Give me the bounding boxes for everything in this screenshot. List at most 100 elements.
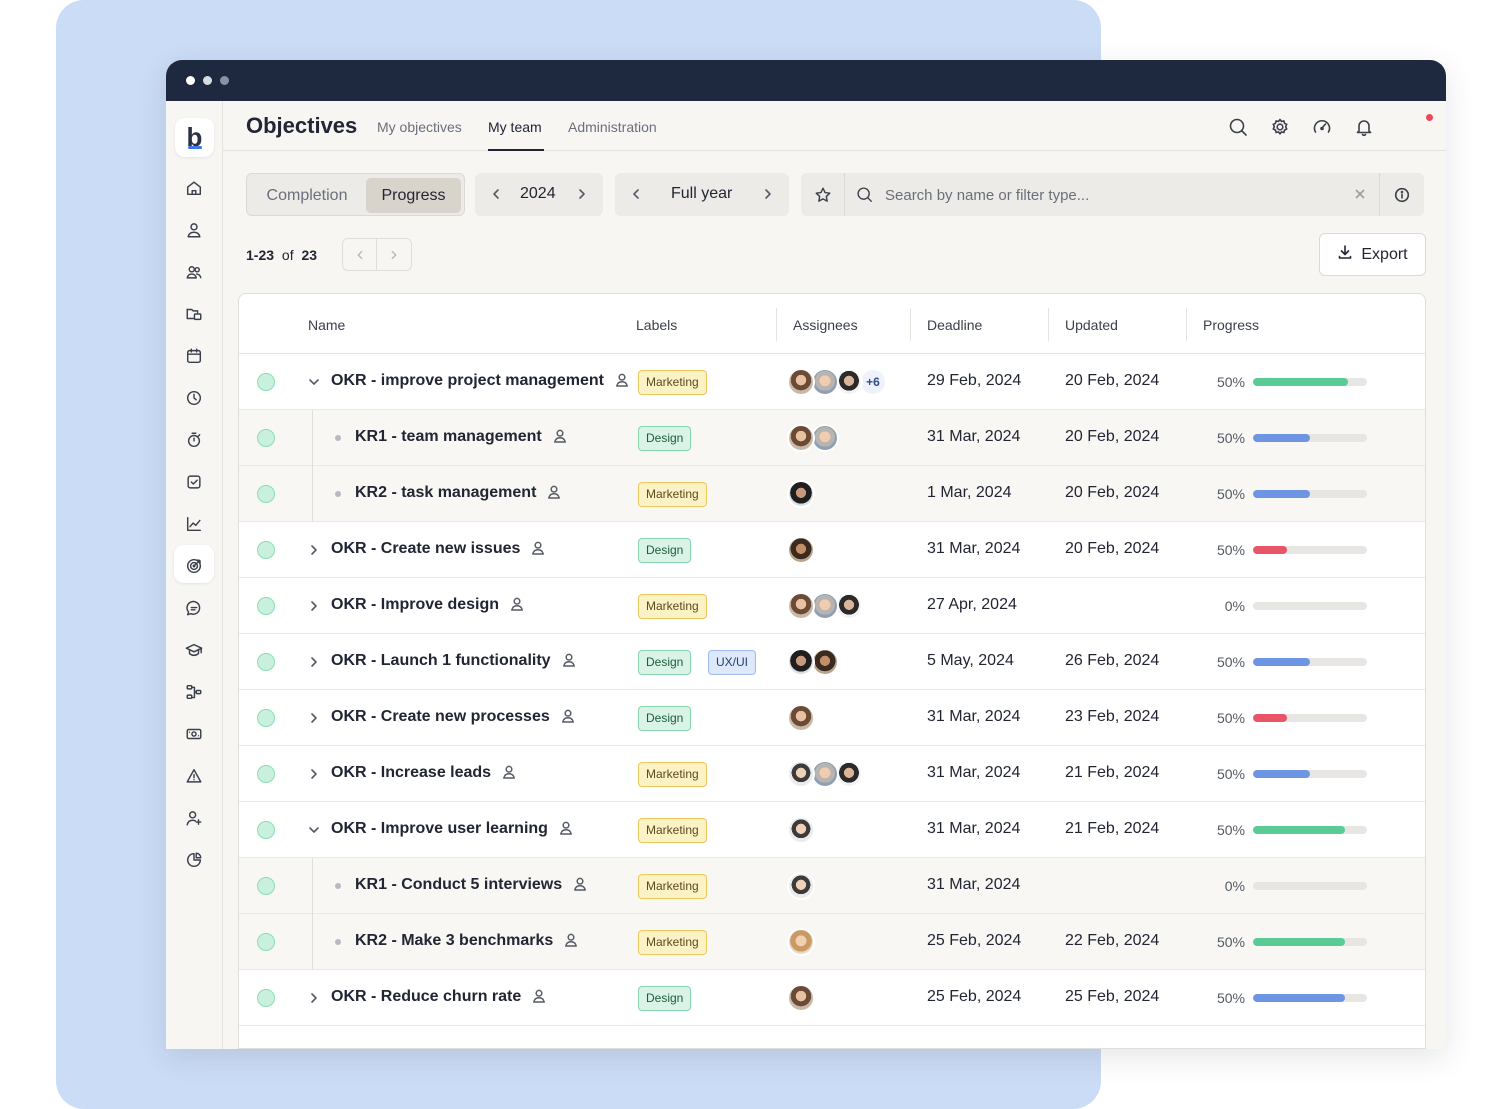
table-row[interactable]: OKR - Launch 1 functionality Design UX/UI 5… [239,634,1425,690]
owner-icon[interactable] [614,372,630,393]
label-badge[interactable]: Marketing [638,818,707,843]
window-dot-3[interactable] [220,76,229,85]
cash-icon[interactable] [184,724,204,744]
objective-name[interactable]: OKR - Reduce churn rate [331,988,547,1009]
clock-icon[interactable] [184,388,204,408]
avatar[interactable] [811,592,839,620]
objective-name[interactable]: OKR - Improve design [331,596,525,617]
avatar[interactable] [787,480,815,508]
chevron-right-icon[interactable] [307,599,321,613]
info-icon[interactable] [1379,173,1424,216]
status-indicator[interactable] [257,653,275,671]
team-icon[interactable] [184,262,204,282]
star-icon[interactable] [801,173,845,216]
avatar[interactable] [835,760,863,788]
pie-chart-icon[interactable] [184,850,204,870]
owner-icon[interactable] [509,596,525,617]
calendar-icon[interactable] [184,346,204,366]
label-badge[interactable]: Design [638,538,692,563]
chevron-left-icon[interactable] [629,187,643,201]
objective-name[interactable]: OKR - improve project management [331,372,630,393]
search-input[interactable] [885,181,1335,209]
avatar[interactable] [787,424,815,452]
warning-icon[interactable] [184,766,204,786]
more-assignees-badge[interactable]: +6 [859,368,887,396]
owner-icon[interactable] [531,988,547,1009]
header-labels[interactable]: Labels [636,317,677,333]
status-indicator[interactable] [257,597,275,615]
objective-name[interactable]: OKR - Create new processes [331,708,576,729]
label-badge[interactable]: Marketing [638,594,707,619]
status-indicator[interactable] [257,373,275,391]
chevron-left-icon[interactable] [489,187,503,201]
folders-icon[interactable] [184,304,204,324]
chevron-right-icon[interactable] [575,187,589,201]
avatar[interactable] [787,984,815,1012]
completion-toggle[interactable]: Completion [251,178,363,213]
owner-icon[interactable] [530,540,546,561]
add-user-icon[interactable] [184,808,204,828]
status-indicator[interactable] [257,821,275,839]
home-icon[interactable] [184,178,204,198]
tab-my-objectives[interactable]: My objectives [377,119,462,135]
table-row[interactable]: OKR - Create new issues Design 31 Mar, 202… [239,522,1425,578]
table-row[interactable]: KR1 - team management Design 31 Mar, 2024 2… [239,410,1425,466]
table-row[interactable]: OKR - Improve design Marketing 27 Apr, 202… [239,578,1425,634]
table-row[interactable]: KR2 - Make 3 benchmarks Marketing 25 Feb, … [239,914,1425,970]
export-button[interactable]: Export [1319,233,1426,276]
owner-icon[interactable] [558,820,574,841]
status-indicator[interactable] [257,709,275,727]
objective-name[interactable]: KR1 - Conduct 5 interviews [355,876,588,897]
avatar[interactable] [787,872,815,900]
table-row[interactable]: KR1 - Conduct 5 interviews Marketing 31 Ma… [239,858,1425,914]
objective-name[interactable]: KR1 - team management [355,428,568,449]
status-indicator[interactable] [257,933,275,951]
objective-name[interactable]: OKR - Improve user learning [331,820,574,841]
label-badge[interactable]: Design [638,986,692,1011]
objective-name[interactable]: KR2 - Make 3 benchmarks [355,932,579,953]
label-badge[interactable]: Marketing [638,930,707,955]
chevron-right-icon[interactable] [761,187,775,201]
bell-icon[interactable] [1354,117,1374,137]
label-badge[interactable]: Design [638,650,692,675]
avatar[interactable] [811,648,839,676]
label-badge[interactable]: Design [638,706,692,731]
chevron-right-icon[interactable] [307,655,321,669]
window-dot-1[interactable] [186,76,195,85]
avatar[interactable] [811,760,839,788]
user-icon[interactable] [184,220,204,240]
avatar[interactable] [787,368,815,396]
status-indicator[interactable] [257,765,275,783]
header-name[interactable]: Name [308,317,345,333]
stopwatch-icon[interactable] [184,430,204,450]
owner-icon[interactable] [563,932,579,953]
progress-toggle[interactable]: Progress [366,178,461,213]
avatar[interactable] [835,368,863,396]
header-progress[interactable]: Progress [1203,317,1259,333]
label-badge[interactable]: Marketing [638,370,707,395]
search-icon[interactable] [1228,117,1248,137]
next-page-button[interactable] [377,239,411,270]
table-row[interactable]: OKR - Increase leads Marketing 31 Mar, 202… [239,746,1425,802]
chevron-right-icon[interactable] [307,543,321,557]
avatar[interactable] [787,592,815,620]
status-indicator[interactable] [257,877,275,895]
header-assignees[interactable]: Assignees [793,317,858,333]
chart-icon[interactable] [184,514,204,534]
owner-icon[interactable] [552,428,568,449]
avatar[interactable] [835,592,863,620]
avatar[interactable] [811,368,839,396]
status-indicator[interactable] [257,429,275,447]
table-row[interactable]: OKR - Improve user learning Marketing 31 M… [239,802,1425,858]
table-row[interactable]: KR2 - task management Marketing 1 Mar, 202… [239,466,1425,522]
owner-icon[interactable] [561,652,577,673]
avatar[interactable] [787,928,815,956]
avatar[interactable] [787,704,815,732]
checkbox-icon[interactable] [184,472,204,492]
status-indicator[interactable] [257,989,275,1007]
app-logo[interactable]: b [175,118,214,157]
chevron-right-icon[interactable] [307,711,321,725]
speedometer-icon[interactable] [1312,117,1332,137]
graduation-icon[interactable] [184,640,204,660]
avatar[interactable] [787,760,815,788]
